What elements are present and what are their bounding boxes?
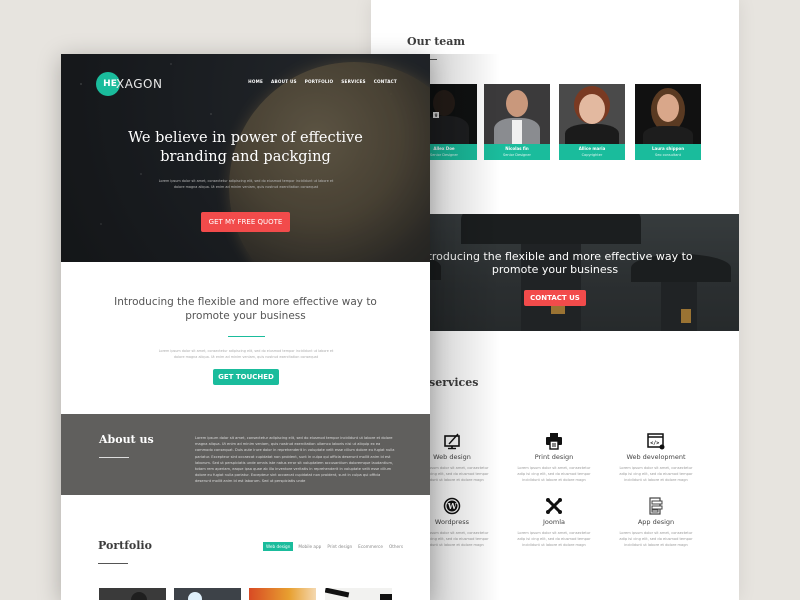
tab-others[interactable]: Others (388, 543, 404, 550)
service-description: Lorem ipsum dolor sit amet, consectetur … (517, 466, 591, 482)
hero-heading-line1: We believe in power of effective (128, 130, 363, 146)
portfolio-thumbnail[interactable] (325, 588, 392, 600)
get-free-quote-button[interactable]: GET MY FREE QUOTE (201, 212, 290, 232)
team-heading: Our team (407, 35, 466, 48)
about-heading: About us (99, 433, 154, 446)
team-caption: Laura shippon Seo consultant (635, 144, 701, 160)
nav-home[interactable]: HOME (248, 79, 263, 84)
about-heading-underline (99, 457, 129, 458)
intro-heading: Introducing the flexible and more effect… (61, 295, 430, 323)
app-layout-icon (649, 497, 663, 515)
tab-print-design[interactable]: Print design (326, 543, 353, 550)
nav-portfolio[interactable]: PORTFOLIO (305, 79, 334, 84)
member-role: Seo consultant (654, 153, 682, 157)
about-section: About us Lorem ipsum dolor sit amet, con… (61, 414, 430, 495)
hero-heading: We believe in power of effective brandin… (61, 129, 430, 167)
intro-heading-line2: promote your business (185, 310, 306, 322)
intro-subtitle: Lorem ipsum dolor sit amet, consectetur … (158, 349, 334, 359)
service-name: Web development (626, 453, 686, 461)
logo[interactable]: HE XAGON (96, 72, 162, 96)
service-item: Joomla Lorem ipsum dolor sit amet, conse… (509, 497, 599, 548)
hero-heading-line2: branding and packging (160, 149, 331, 165)
contact-us-button[interactable]: CONTACT US (524, 290, 586, 306)
tab-web-design[interactable]: Web design (263, 542, 294, 551)
intro-divider (228, 336, 265, 337)
joomla-icon (546, 498, 562, 514)
portfolio-filter-tabs: Web design Mobile app Print design Ecomm… (263, 542, 404, 551)
member-name: Allice maria (578, 146, 606, 151)
portfolio-thumbnail[interactable] (249, 588, 316, 600)
service-description: Lorem ipsum dolor sit amet, consectetur … (517, 531, 591, 547)
portfolio-section: Portfolio Web design Mobile app Print de… (61, 495, 430, 600)
svg-text:</>: </> (650, 441, 659, 447)
page-shadow (430, 54, 500, 600)
nav-services[interactable]: SERVICES (341, 79, 365, 84)
team-photo (635, 84, 701, 148)
left-page-mockup: HE XAGON HOME ABOUT US PORTFOLIO SERVICE… (61, 54, 430, 600)
team-card[interactable]: Allice maria Copyrighter (559, 84, 625, 160)
member-role: Copyrighter (581, 153, 603, 157)
service-name: Joomla (543, 518, 565, 526)
service-description: Lorem ipsum dolor sit amet, consectetur … (619, 531, 693, 547)
get-touched-button[interactable]: GET TOUCHED (213, 369, 279, 385)
member-name: Laura shippon (651, 146, 685, 151)
team-caption: Allice maria Copyrighter (559, 144, 625, 160)
code-window-icon: </> (647, 433, 665, 450)
team-photo (559, 84, 625, 148)
hero-section: HE XAGON HOME ABOUT US PORTFOLIO SERVICE… (61, 54, 430, 262)
about-text: Lorem ipsum dolor sit amet, consectetur … (195, 436, 395, 484)
printer-icon (546, 433, 562, 450)
service-name: Print design (534, 453, 574, 461)
tab-ecommerce[interactable]: Ecommerce (357, 543, 384, 550)
service-name: App design (637, 518, 675, 526)
tab-mobile-app[interactable]: Mobile app (297, 543, 322, 550)
service-item: Print design Lorem ipsum dolor sit amet,… (509, 432, 599, 483)
service-item: </> Web development Lorem ipsum dolor si… (611, 432, 701, 483)
portfolio-thumbnail[interactable] (99, 588, 166, 600)
portfolio-heading-underline (98, 563, 128, 564)
main-nav: HOME ABOUT US PORTFOLIO SERVICES CONTACT (248, 79, 397, 84)
service-description: Lorem ipsum dolor sit amet, consectetur … (619, 466, 693, 482)
service-item: App design Lorem ipsum dolor sit amet, c… (611, 497, 701, 548)
intro-section: Introducing the flexible and more effect… (61, 262, 430, 414)
portfolio-heading: Portfolio (98, 539, 152, 552)
intro-heading-line1: Introducing the flexible and more effect… (114, 296, 377, 308)
team-card[interactable]: Laura shippon Seo consultant (635, 84, 701, 160)
portfolio-thumbnail[interactable] (174, 588, 241, 600)
nav-contact[interactable]: CONTACT (374, 79, 397, 84)
nav-about-us[interactable]: ABOUT US (271, 79, 297, 84)
logo-text: XAGON (116, 77, 163, 91)
hero-subtitle: Lorem ipsum dolor sit amet, consectetur … (158, 179, 334, 189)
